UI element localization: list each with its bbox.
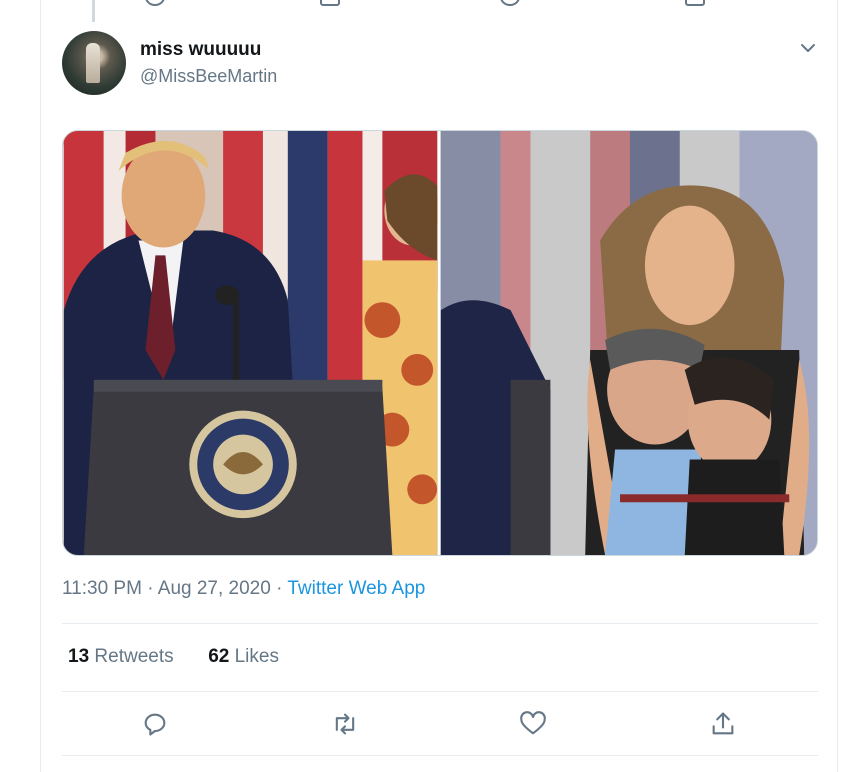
share-icon[interactable] (685, 0, 705, 6)
tweet-date[interactable]: Aug 27, 2020 (158, 578, 271, 599)
reply-icon[interactable] (141, 710, 169, 738)
meta-separator: · (147, 578, 158, 599)
chevron-down-icon[interactable] (798, 38, 818, 58)
tweet-source[interactable]: Twitter Web App (287, 578, 425, 599)
likes-stat[interactable]: 62 Likes (208, 646, 279, 667)
tweet-meta: 11:30 PM · Aug 27, 2020 · Twitter Web Ap… (62, 578, 425, 600)
display-name[interactable]: miss wuuuuu (140, 39, 261, 61)
heart-icon[interactable] (519, 710, 547, 738)
divider (62, 623, 818, 624)
user-handle[interactable]: @MissBeeMartin (140, 66, 277, 87)
like-count: 62 (208, 646, 230, 667)
tweet-stats: 13 Retweets 62 Likes (68, 646, 279, 668)
thread-connector (92, 0, 95, 22)
retweet-icon[interactable] (331, 710, 359, 738)
previous-tweet-actions (130, 0, 730, 6)
retweets-stat[interactable]: 13 Retweets (68, 646, 174, 667)
tweet-media[interactable] (62, 130, 818, 556)
tweet-time[interactable]: 11:30 PM (62, 578, 142, 599)
avatar-figure (86, 43, 100, 83)
like-label: Likes (234, 646, 279, 667)
retweet-icon[interactable] (320, 0, 340, 6)
retweet-count: 13 (68, 646, 90, 667)
meta-separator: · (276, 578, 288, 599)
photo-right[interactable] (440, 131, 818, 555)
retweet-label: Retweets (94, 646, 174, 667)
avatar[interactable] (62, 31, 126, 95)
share-icon[interactable] (709, 710, 737, 738)
photo-left[interactable] (63, 131, 438, 555)
divider (62, 691, 818, 692)
divider (62, 755, 818, 756)
